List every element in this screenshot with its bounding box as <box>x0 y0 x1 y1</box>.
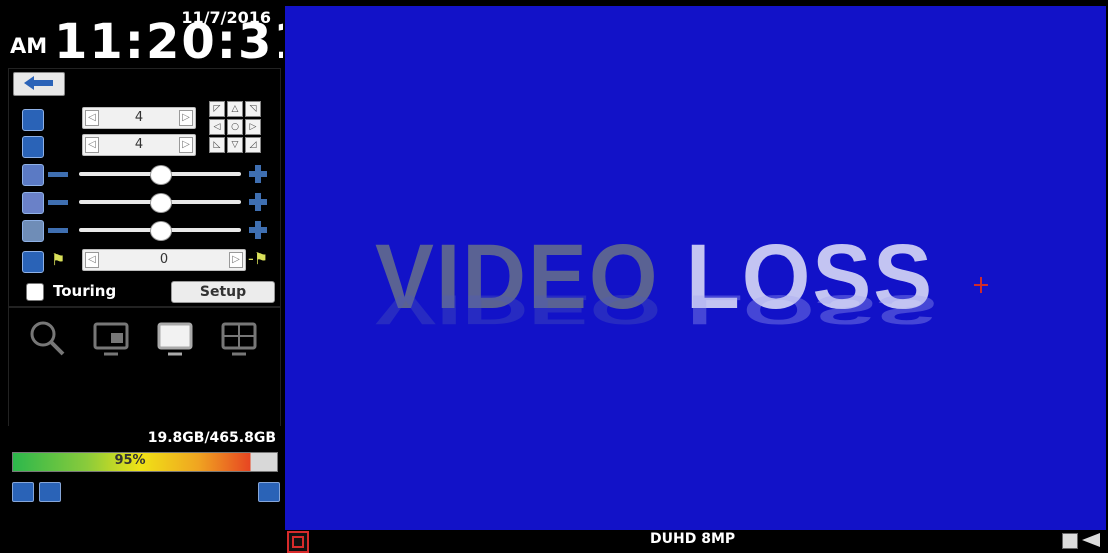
crosshair-vertical <box>980 277 982 293</box>
zoom-slider-row <box>9 163 280 186</box>
ampm-label: AM <box>10 34 48 58</box>
focus-icon <box>22 192 44 214</box>
video-word-reflection: VIDEO <box>375 286 662 333</box>
video-loss-reflection: VIDEO LOSS <box>375 286 937 333</box>
right-button[interactable]: ▷ <box>245 119 261 135</box>
network-icon[interactable] <box>12 482 34 502</box>
camera-label: DUHD 8MP <box>650 531 736 547</box>
single-view-icon[interactable] <box>155 318 197 360</box>
speaker-icon[interactable] <box>1082 533 1100 547</box>
center-button[interactable]: ○ <box>227 119 243 135</box>
speed-value-2: 4 <box>134 137 144 152</box>
focus-increase-button[interactable] <box>249 193 267 211</box>
usb-icon[interactable] <box>39 482 61 502</box>
layout-panel <box>8 307 281 427</box>
iris-icon <box>22 220 44 242</box>
disk-percent-label: 95% <box>114 453 146 468</box>
zoom-slider-knob[interactable] <box>150 165 172 185</box>
back-button[interactable] <box>13 72 65 96</box>
preset-value: 0 <box>159 252 169 267</box>
audio-controls <box>1062 532 1104 549</box>
speed-icon <box>22 136 44 158</box>
touring-label: Touring <box>53 282 117 300</box>
storage-icon[interactable] <box>1062 533 1078 549</box>
flag-start-icon: ⚑ <box>51 250 66 269</box>
down-right-button[interactable]: ◿ <box>245 137 261 153</box>
dvr-screen: 11/7/2016 AM 11:20:31 ◁ 4 ▷ ◁ 4 ▷ ◸ △ ◹ … <box>0 0 1108 553</box>
down-button[interactable]: ▽ <box>227 137 243 153</box>
focus-slider-knob[interactable] <box>150 193 172 213</box>
loss-word-reflection: LOSS <box>686 286 938 333</box>
quad-view-icon[interactable] <box>219 318 261 360</box>
flag-go-icon: -⚑ <box>248 249 269 268</box>
speed-decrease-button[interactable]: ◁ <box>85 137 99 153</box>
zoom-out-button[interactable] <box>48 172 68 177</box>
search-icon[interactable] <box>27 318 69 360</box>
up-button[interactable]: △ <box>227 101 243 117</box>
speed-value-1: 4 <box>134 110 144 125</box>
up-right-button[interactable]: ◹ <box>245 101 261 117</box>
speed-control-1[interactable]: ◁ 4 ▷ <box>82 107 196 129</box>
storage-panel: 19.8GB/465.8GB 95% <box>0 426 283 514</box>
video-status-bar: DUHD 8MP <box>283 530 1108 553</box>
zoom-in-button[interactable] <box>249 165 267 183</box>
focus-decrease-button[interactable] <box>48 200 68 205</box>
preset-decrease-button[interactable]: ◁ <box>85 252 99 268</box>
up-left-button[interactable]: ◸ <box>209 101 225 117</box>
setup-button[interactable]: Setup <box>171 281 275 303</box>
ptz-direction-pad: ◸ △ ◹ ◁ ○ ▷ ◺ ▽ ◿ <box>209 101 263 155</box>
down-left-button[interactable]: ◺ <box>209 137 225 153</box>
speed-decrease-button[interactable]: ◁ <box>85 110 99 126</box>
video-area: VIDEO LOSS VIDEO LOSS DUHD 8MP <box>283 0 1108 553</box>
iris-increase-button[interactable] <box>249 221 267 239</box>
speed-icon <box>22 109 44 131</box>
left-button[interactable]: ◁ <box>209 119 225 135</box>
video-screen[interactable]: VIDEO LOSS VIDEO LOSS <box>285 6 1106 530</box>
disk-usage-label: 19.8GB/465.8GB <box>147 430 276 446</box>
clock-panel: 11/7/2016 AM 11:20:31 <box>0 0 307 70</box>
speed-increase-button[interactable]: ▷ <box>179 110 193 126</box>
control-panel: 11/7/2016 AM 11:20:31 ◁ 4 ▷ ◁ 4 ▷ ◸ △ ◹ … <box>0 0 307 550</box>
preset-increase-button[interactable]: ▷ <box>229 252 243 268</box>
back-arrow-icon <box>24 76 53 90</box>
focus-slider-row <box>9 191 280 214</box>
preset-icon <box>22 251 44 273</box>
iris-decrease-button[interactable] <box>48 228 68 233</box>
disk-usage-bar: 95% <box>12 452 278 472</box>
touring-checkbox[interactable] <box>26 283 44 301</box>
time-label: 11:20:31 <box>54 14 309 70</box>
speed-increase-button[interactable]: ▷ <box>179 137 193 153</box>
picture-in-picture-icon[interactable] <box>91 318 133 360</box>
zoom-icon <box>22 164 44 186</box>
preset-control[interactable]: ◁ 0 ▷ <box>82 249 246 271</box>
iris-slider-row <box>9 219 280 242</box>
ptz-panel: ◁ 4 ▷ ◁ 4 ▷ ◸ △ ◹ ◁ ○ ▷ ◺ ▽ ◿ ⚑ ◁ 0 ▷ -⚑… <box>8 68 281 307</box>
speed-control-2[interactable]: ◁ 4 ▷ <box>82 134 196 156</box>
user-icon[interactable] <box>258 482 280 502</box>
iris-slider-knob[interactable] <box>150 221 172 241</box>
